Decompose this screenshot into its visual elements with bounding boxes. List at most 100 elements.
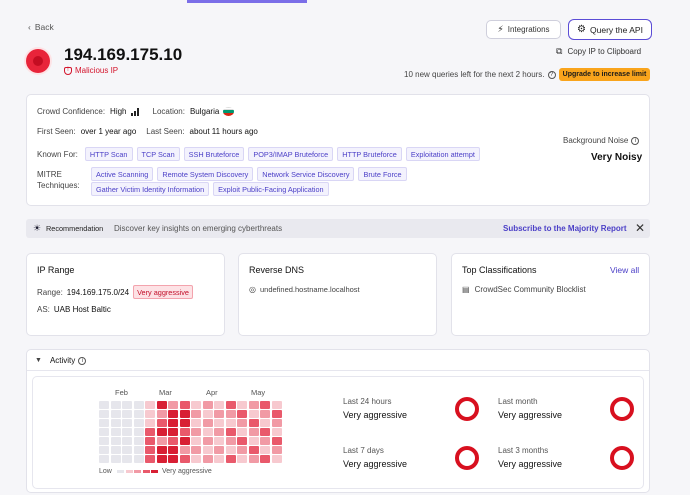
heatmap-cell[interactable] xyxy=(271,419,282,427)
heatmap-cell[interactable] xyxy=(156,446,167,454)
heatmap-cell[interactable] xyxy=(145,428,155,436)
heatmap-cell[interactable] xyxy=(237,410,247,418)
heatmap-cell[interactable] xyxy=(225,428,236,436)
heatmap-cell[interactable] xyxy=(191,401,201,409)
heatmap-cell[interactable] xyxy=(271,401,282,409)
heatmap-cell[interactable] xyxy=(122,455,132,463)
known-for-tag[interactable]: SSH Bruteforce xyxy=(183,147,245,161)
heatmap-cell[interactable] xyxy=(260,419,270,427)
heatmap-cell[interactable] xyxy=(260,437,270,445)
heatmap-cell[interactable] xyxy=(133,401,144,409)
heatmap-cell[interactable] xyxy=(156,401,167,409)
heatmap-cell[interactable] xyxy=(168,410,178,418)
heatmap-cell[interactable] xyxy=(99,428,109,436)
heatmap-cell[interactable] xyxy=(214,428,224,436)
mitre-tag[interactable]: Remote System Discovery xyxy=(157,167,254,181)
heatmap-cell[interactable] xyxy=(179,410,190,418)
heatmap-cell[interactable] xyxy=(110,410,121,418)
heatmap-cell[interactable] xyxy=(237,428,247,436)
back-link[interactable]: ‹ Back xyxy=(28,22,54,32)
heatmap-cell[interactable] xyxy=(202,446,213,454)
heatmap-cell[interactable] xyxy=(122,401,132,409)
heatmap-cell[interactable] xyxy=(214,401,224,409)
heatmap-cell[interactable] xyxy=(179,401,190,409)
heatmap-cell[interactable] xyxy=(156,455,167,463)
heatmap-cell[interactable] xyxy=(225,419,236,427)
heatmap-cell[interactable] xyxy=(191,419,201,427)
heatmap-cell[interactable] xyxy=(214,410,224,418)
known-for-tag[interactable]: HTTP Bruteforce xyxy=(337,147,402,161)
heatmap-cell[interactable] xyxy=(168,428,178,436)
heatmap-cell[interactable] xyxy=(122,437,132,445)
heatmap-cell[interactable] xyxy=(99,455,109,463)
heatmap-cell[interactable] xyxy=(225,401,236,409)
heatmap-cell[interactable] xyxy=(168,437,178,445)
caret-down-icon[interactable]: ▼ xyxy=(35,357,42,364)
heatmap-cell[interactable] xyxy=(99,410,109,418)
heatmap-cell[interactable] xyxy=(225,437,236,445)
heatmap-cell[interactable] xyxy=(260,455,270,463)
heatmap-cell[interactable] xyxy=(122,419,132,427)
heatmap-cell[interactable] xyxy=(248,446,259,454)
heatmap-cell[interactable] xyxy=(99,446,109,454)
info-icon[interactable]: i xyxy=(631,136,640,145)
mitre-tag[interactable]: Network Service Discovery xyxy=(257,167,355,181)
heatmap-cell[interactable] xyxy=(145,401,155,409)
known-for-tag[interactable]: POP3/IMAP Bruteforce xyxy=(248,147,334,161)
heatmap-cell[interactable] xyxy=(260,428,270,436)
heatmap-cell[interactable] xyxy=(248,455,259,463)
mitre-tag[interactable]: Exploit Public-Facing Application xyxy=(213,182,329,196)
heatmap-cell[interactable] xyxy=(156,428,167,436)
heatmap-cell[interactable] xyxy=(99,437,109,445)
heatmap-cell[interactable] xyxy=(248,401,259,409)
heatmap-cell[interactable] xyxy=(168,401,178,409)
activity-header[interactable]: ▼ Activity i xyxy=(35,356,87,365)
heatmap-cell[interactable] xyxy=(145,455,155,463)
heatmap-cell[interactable] xyxy=(191,410,201,418)
heatmap-cell[interactable] xyxy=(237,401,247,409)
heatmap-cell[interactable] xyxy=(248,410,259,418)
heatmap-cell[interactable] xyxy=(133,455,144,463)
heatmap-cell[interactable] xyxy=(145,419,155,427)
heatmap-cell[interactable] xyxy=(110,446,121,454)
heatmap-cell[interactable] xyxy=(260,401,270,409)
heatmap-cell[interactable] xyxy=(248,437,259,445)
heatmap-cell[interactable] xyxy=(133,428,144,436)
heatmap-cell[interactable] xyxy=(133,446,144,454)
heatmap-cell[interactable] xyxy=(110,428,121,436)
heatmap-cell[interactable] xyxy=(237,455,247,463)
heatmap-cell[interactable] xyxy=(145,446,155,454)
heatmap-cell[interactable] xyxy=(156,419,167,427)
subscribe-link[interactable]: Subscribe to the Majority Report xyxy=(503,224,627,233)
heatmap-cell[interactable] xyxy=(179,428,190,436)
heatmap-cell[interactable] xyxy=(271,455,282,463)
query-api-button[interactable]: ⚙ Query the API xyxy=(568,19,652,40)
heatmap-cell[interactable] xyxy=(202,410,213,418)
heatmap-cell[interactable] xyxy=(110,437,121,445)
heatmap-cell[interactable] xyxy=(156,437,167,445)
heatmap-cell[interactable] xyxy=(99,401,109,409)
heatmap-cell[interactable] xyxy=(214,455,224,463)
heatmap-cell[interactable] xyxy=(248,428,259,436)
heatmap-cell[interactable] xyxy=(110,401,121,409)
heatmap-cell[interactable] xyxy=(202,401,213,409)
heatmap-cell[interactable] xyxy=(99,419,109,427)
mitre-tag[interactable]: Brute Force xyxy=(358,167,407,181)
heatmap-cell[interactable] xyxy=(168,446,178,454)
heatmap-cell[interactable] xyxy=(202,455,213,463)
heatmap-cell[interactable] xyxy=(110,455,121,463)
heatmap-cell[interactable] xyxy=(133,437,144,445)
heatmap-cell[interactable] xyxy=(191,437,201,445)
heatmap-cell[interactable] xyxy=(145,437,155,445)
heatmap-cell[interactable] xyxy=(271,428,282,436)
heatmap-cell[interactable] xyxy=(237,419,247,427)
known-for-tag[interactable]: TCP Scan xyxy=(136,147,180,161)
heatmap-cell[interactable] xyxy=(133,419,144,427)
heatmap-cell[interactable] xyxy=(260,410,270,418)
heatmap-cell[interactable] xyxy=(248,419,259,427)
heatmap-cell[interactable] xyxy=(214,419,224,427)
heatmap-cell[interactable] xyxy=(237,446,247,454)
heatmap-cell[interactable] xyxy=(260,446,270,454)
copy-ip-button[interactable]: ⧉ Copy IP to Clipboard xyxy=(556,46,641,57)
info-icon[interactable]: i xyxy=(78,356,87,365)
